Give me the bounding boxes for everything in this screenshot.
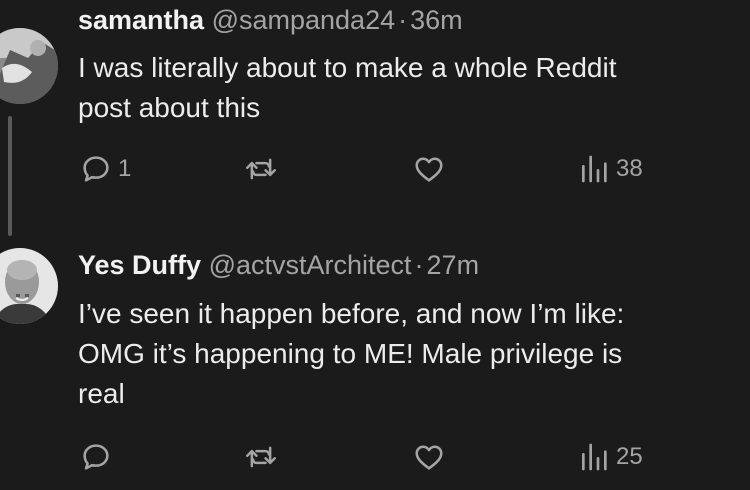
post-yes-duffy[interactable]: Yes Duffy @actvstArchitect · 27m I’ve seen… bbox=[0, 245, 750, 490]
avatar-photo bbox=[0, 28, 58, 104]
views-count: 25 bbox=[616, 443, 643, 470]
post-text-line: I’ve seen it happen before, and now I’m … bbox=[78, 298, 625, 329]
post-text: I was literally about to make a whole Re… bbox=[78, 48, 746, 128]
views-count: 38 bbox=[616, 155, 643, 182]
repost-button[interactable] bbox=[244, 153, 284, 185]
handle[interactable]: @actvstArchitect bbox=[209, 250, 412, 280]
reply-button[interactable] bbox=[80, 441, 118, 473]
bar-chart-icon bbox=[582, 443, 607, 471]
avatar-photo bbox=[0, 248, 58, 324]
avatar[interactable] bbox=[0, 28, 58, 104]
post-text: I’ve seen it happen before, and now I’m … bbox=[78, 294, 746, 414]
heart-icon bbox=[415, 445, 443, 470]
reply-button[interactable]: 1 bbox=[80, 153, 131, 185]
like-button[interactable] bbox=[412, 441, 452, 473]
thread-line bbox=[8, 116, 12, 236]
views-button[interactable]: 25 bbox=[578, 441, 643, 473]
post-text-line: OMG it’s happening to ME! Male privilege… bbox=[78, 338, 623, 369]
reply-count: 1 bbox=[118, 155, 132, 182]
heart-icon bbox=[415, 157, 443, 182]
post-text-line: post about this bbox=[78, 92, 261, 123]
post-samantha[interactable]: samantha @sampanda24 · 36m I was literally… bbox=[0, 0, 750, 245]
timestamp[interactable]: 27m bbox=[427, 250, 480, 280]
repost-arrows-icon bbox=[246, 446, 276, 468]
views-button[interactable]: 38 bbox=[578, 153, 643, 185]
like-button[interactable] bbox=[412, 153, 452, 185]
timestamp[interactable]: 36m bbox=[410, 5, 463, 35]
handle[interactable]: @sampanda24 bbox=[212, 5, 396, 35]
post-text-line: I was literally about to make a whole Re… bbox=[78, 52, 617, 83]
post-header: Yes Duffy @actvstArchitect · 27m bbox=[78, 248, 479, 282]
repost-button[interactable] bbox=[244, 441, 284, 473]
speech-bubble-icon bbox=[83, 444, 109, 470]
repost-arrows-icon bbox=[246, 158, 276, 180]
post-text-line: real bbox=[78, 378, 125, 409]
separator: · bbox=[414, 250, 424, 280]
display-name[interactable]: samantha bbox=[78, 5, 204, 35]
avatar[interactable] bbox=[0, 248, 58, 324]
speech-bubble-icon bbox=[83, 156, 109, 182]
separator: · bbox=[398, 5, 408, 35]
bar-chart-icon bbox=[582, 155, 607, 183]
display-name[interactable]: Yes Duffy bbox=[78, 250, 201, 280]
post-header: samantha @sampanda24 · 36m bbox=[78, 3, 463, 37]
